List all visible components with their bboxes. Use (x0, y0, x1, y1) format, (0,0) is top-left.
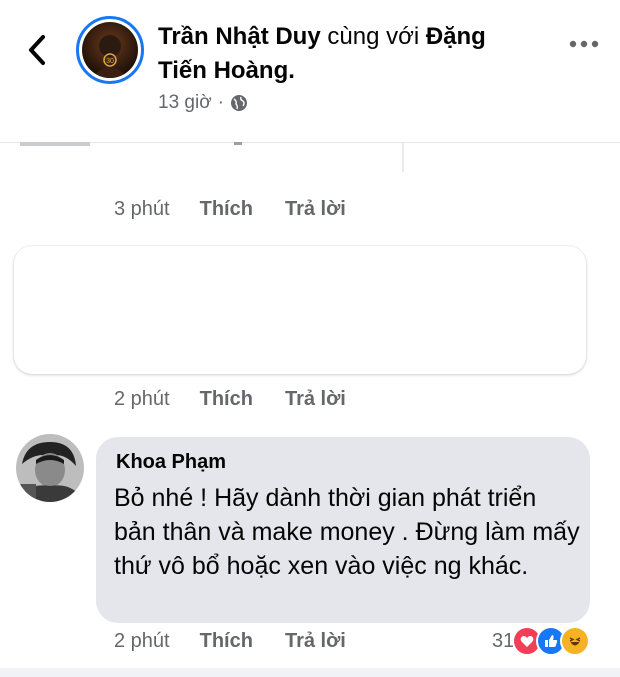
poster-avatar[interactable]: 30 (76, 16, 144, 84)
meta-separator: · (217, 92, 224, 113)
reaction-summary[interactable]: 31 (492, 626, 591, 656)
bottom-divider (0, 668, 620, 677)
like-button[interactable]: Thích (200, 630, 253, 653)
post-time[interactable]: 13 giờ (158, 92, 212, 114)
comment-time[interactable]: 3 phút (114, 198, 170, 221)
commenter-avatar[interactable] (16, 434, 84, 502)
poster-name[interactable]: Trần Nhật Duy (158, 23, 321, 50)
comment-time[interactable]: 2 phút (114, 630, 170, 653)
comment-actions: 2 phút Thích Trả lời (114, 630, 378, 653)
comment-actions: 3 phút Thích Trả lời (114, 198, 378, 221)
post-header: 30 Trần Nhật Duy cùng với Đặng Tiến Hoàn… (0, 0, 620, 142)
comment-bubble-blank[interactable] (14, 246, 586, 374)
haha-reaction-icon (560, 626, 591, 656)
comment-bubble-partial (14, 142, 404, 172)
svg-text:30: 30 (106, 58, 114, 65)
comment-actions: 2 phút Thích Trả lời (114, 388, 378, 411)
globe-icon (231, 95, 247, 111)
avatar-image (16, 434, 84, 502)
commenter-name[interactable]: Khoa Phạm (116, 451, 226, 474)
reply-button[interactable]: Trả lời (285, 198, 346, 221)
comment-text: Bỏ nhé ! Hãy dành thời gian phát triển b… (114, 484, 580, 580)
tagged-name-line1[interactable]: Đặng (426, 23, 486, 50)
post-title: Trần Nhật Duy cùng với Đặng Tiến Hoàng. (158, 20, 558, 88)
like-button[interactable]: Thích (200, 198, 253, 221)
like-button[interactable]: Thích (200, 388, 253, 411)
cropped-content (20, 142, 90, 146)
tagged-name-line2[interactable]: Tiến Hoàng. (158, 57, 295, 84)
reply-button[interactable]: Trả lời (285, 388, 346, 411)
reply-button[interactable]: Trả lời (285, 630, 346, 653)
comment-time[interactable]: 2 phút (114, 388, 170, 411)
chevron-left-icon (29, 35, 45, 65)
avatar-image: 30 (82, 22, 138, 78)
cropped-text-mark (234, 142, 242, 145)
back-button[interactable] (20, 30, 54, 70)
more-options-button[interactable] (568, 36, 600, 54)
with-text: cùng với (320, 23, 426, 50)
reaction-count: 31 (492, 629, 515, 652)
more-dots-icon (569, 40, 599, 48)
comment-bubble[interactable]: Khoa Phạm Bỏ nhé ! Hãy dành thời gian ph… (96, 437, 590, 623)
post-meta: 13 giờ · (158, 92, 248, 114)
